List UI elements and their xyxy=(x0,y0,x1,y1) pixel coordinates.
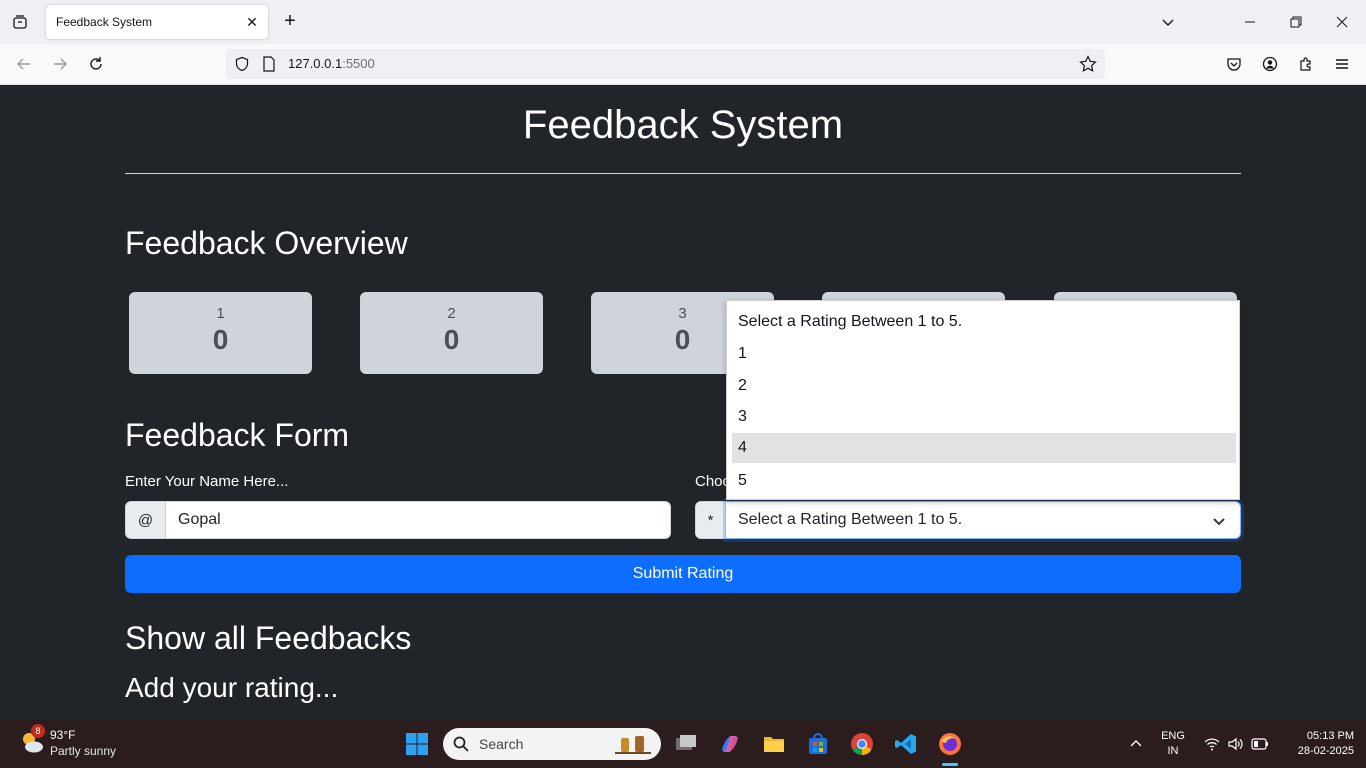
submit-rating-button[interactable]: Submit Rating xyxy=(125,555,1241,593)
show-hidden-icons-chevron-up-icon[interactable] xyxy=(1122,730,1150,758)
battery-icon[interactable] xyxy=(1246,730,1274,758)
file-explorer-icon[interactable] xyxy=(760,730,788,758)
volume-icon[interactable] xyxy=(1221,730,1249,758)
copilot-icon[interactable] xyxy=(716,730,744,758)
language-indicator[interactable]: ENG IN xyxy=(1158,729,1188,759)
name-addon: @ xyxy=(125,501,166,539)
clock[interactable]: 05:13 PM 28-02-2025 xyxy=(1282,729,1354,759)
chevron-down-icon xyxy=(1213,518,1225,526)
rating-select-value: Select a Rating Between 1 to 5. xyxy=(738,511,963,528)
rating-input-group: * Select a Rating Between 1 to 5. xyxy=(695,501,1241,539)
weather-desc: Partly sunny xyxy=(50,744,117,758)
taskbar: 8 93°F Partly sunny Search ENG IN 05:13 … xyxy=(0,720,1366,768)
weather-widget[interactable]: 8 93°F Partly sunny xyxy=(18,724,116,761)
rating-option[interactable]: 1 xyxy=(732,339,1236,369)
reload-icon[interactable] xyxy=(84,52,108,76)
lang-line1: ENG xyxy=(1161,730,1185,742)
rating-option[interactable]: Select a Rating Between 1 to 5. xyxy=(732,307,1236,337)
weather-temp: 93°F xyxy=(50,728,76,742)
card-label: 1 xyxy=(216,305,225,322)
bookmark-star-icon[interactable] xyxy=(1079,55,1097,78)
rating-option[interactable]: 3 xyxy=(732,402,1236,432)
form-heading: Feedback Form xyxy=(125,417,350,453)
rating-card-2: 2 0 xyxy=(360,292,543,374)
extensions-icon[interactable] xyxy=(1294,52,1318,76)
browser-tab[interactable]: Feedback System ✕ xyxy=(46,5,268,39)
page-title: Feedback System xyxy=(522,103,844,147)
search-placeholder: Search xyxy=(479,736,524,752)
add-rating-heading: Add your rating... xyxy=(125,672,339,703)
restore-icon[interactable] xyxy=(1284,10,1308,34)
rating-card-1: 1 0 xyxy=(129,292,312,374)
back-arrow-icon[interactable] xyxy=(12,52,36,76)
forward-arrow-icon[interactable] xyxy=(48,52,72,76)
active-app-indicator xyxy=(942,763,958,766)
overview-heading: Feedback Overview xyxy=(125,225,408,261)
name-input-group: @ xyxy=(125,501,671,539)
browser-nav-bar: 127.0.0.1:5500 xyxy=(0,44,1366,85)
pocket-icon[interactable] xyxy=(1222,52,1246,76)
lantern-decoration-icon xyxy=(615,736,651,754)
title-divider xyxy=(125,173,1241,174)
chrome-icon[interactable] xyxy=(848,730,876,758)
rating-label: Choc xyxy=(695,473,731,490)
name-label: Enter Your Name Here... xyxy=(125,473,289,490)
store-icon[interactable] xyxy=(804,730,832,758)
firefox-icon[interactable] xyxy=(936,730,964,758)
rating-select[interactable]: Select a Rating Between 1 to 5. xyxy=(726,501,1241,539)
vscode-icon[interactable] xyxy=(892,730,920,758)
card-count: 0 xyxy=(212,324,229,355)
start-windows-icon[interactable] xyxy=(403,730,431,758)
search-icon xyxy=(453,736,469,752)
task-view-icon[interactable] xyxy=(672,730,700,758)
list-tabs-chevron-icon[interactable] xyxy=(1156,10,1180,34)
url-text: 127.0.0.1:5500 xyxy=(288,56,375,71)
close-window-icon[interactable] xyxy=(1330,10,1354,34)
clock-time: 05:13 PM xyxy=(1306,730,1354,742)
new-tab-icon[interactable]: + xyxy=(280,10,300,32)
rating-option[interactable]: 2 xyxy=(732,371,1236,401)
menu-hamburger-icon[interactable] xyxy=(1330,52,1354,76)
card-label: 2 xyxy=(447,305,456,322)
tab-title: Feedback System xyxy=(56,15,153,29)
account-icon[interactable] xyxy=(1258,52,1282,76)
page-icon[interactable] xyxy=(262,56,276,77)
rating-option-highlighted[interactable]: 4 xyxy=(732,433,1236,463)
minimize-icon[interactable] xyxy=(1238,10,1262,34)
rating-dropdown-list: Select a Rating Between 1 to 5. 1 2 3 4 … xyxy=(726,300,1240,500)
clock-date: 28-02-2025 xyxy=(1297,745,1354,757)
shield-icon[interactable] xyxy=(234,56,250,77)
close-tab-icon[interactable]: ✕ xyxy=(244,14,260,30)
card-count: 0 xyxy=(443,324,460,355)
lang-line2: IN xyxy=(1167,745,1179,757)
tab-overview-icon[interactable] xyxy=(8,10,32,34)
name-input[interactable] xyxy=(166,501,671,539)
taskbar-search[interactable]: Search xyxy=(443,728,661,760)
show-all-heading: Show all Feedbacks xyxy=(125,620,412,656)
rating-option[interactable]: 5 xyxy=(732,466,1236,496)
weather-badge: 8 xyxy=(31,724,45,738)
browser-tab-bar: Feedback System ✕ + xyxy=(0,0,1366,44)
url-bar[interactable]: 127.0.0.1:5500 xyxy=(226,49,1105,79)
rating-addon: * xyxy=(695,501,726,539)
